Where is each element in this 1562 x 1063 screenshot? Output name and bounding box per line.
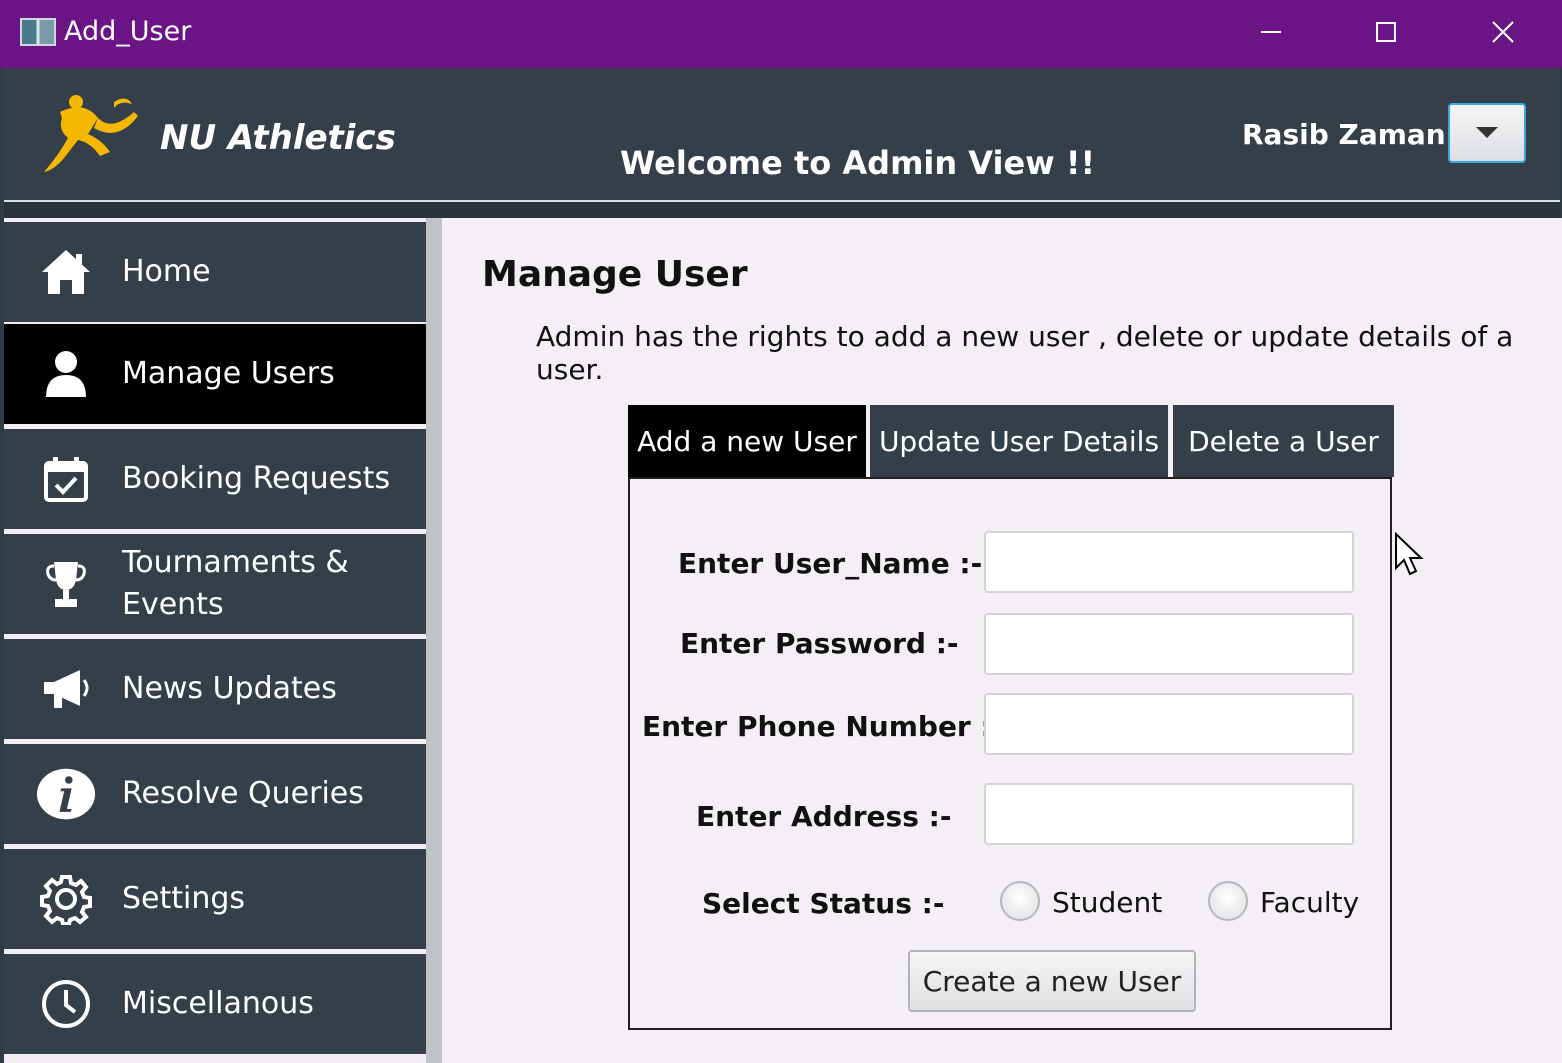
sidebar-item-label: Tournaments & Events <box>122 545 349 622</box>
sidebar-scrollbar[interactable] <box>426 218 442 1063</box>
status-label: Select Status :- <box>702 887 945 920</box>
address-input[interactable] <box>984 783 1354 845</box>
sidebar: Home Manage Users Booking Requests Tourn… <box>4 218 426 1063</box>
create-user-button[interactable]: Create a new User <box>908 950 1196 1012</box>
minimize-icon <box>1261 31 1281 33</box>
trophy-icon <box>36 556 96 612</box>
sidebar-item-label: Booking Requests <box>122 461 391 496</box>
sidebar-item-label: Settings <box>122 881 246 916</box>
user-icon <box>36 346 96 402</box>
page-description: Admin has the rights to add a new user ,… <box>536 320 1514 386</box>
address-label: Enter Address :- <box>696 800 952 833</box>
username-input[interactable] <box>984 531 1354 593</box>
phone-input[interactable] <box>984 693 1354 755</box>
sidebar-item-resolve-queries[interactable]: Resolve Queries <box>4 744 426 844</box>
title-bar: Add_User <box>0 0 1562 68</box>
user-menu-dropdown[interactable] <box>1448 103 1526 163</box>
tab-update-user-details[interactable]: Update User Details <box>870 405 1168 477</box>
password-label: Enter Password :- <box>680 627 959 660</box>
sidebar-item-news-updates[interactable]: News Updates <box>4 639 426 739</box>
sidebar-item-label: Miscellanous <box>122 986 314 1021</box>
info-icon <box>36 766 96 822</box>
mouse-cursor-icon <box>1395 532 1424 576</box>
welcome-text: Welcome to Admin View !! <box>620 144 1096 182</box>
close-button[interactable] <box>1473 10 1533 54</box>
maximize-button[interactable] <box>1356 10 1416 54</box>
main-content: Manage User Admin has the rights to add … <box>442 218 1562 1063</box>
clock-icon <box>36 976 96 1032</box>
password-input[interactable] <box>984 613 1354 675</box>
tab-delete-user[interactable]: Delete a User <box>1173 405 1394 477</box>
page-title: Manage User <box>482 254 748 295</box>
megaphone-icon <box>36 661 96 717</box>
maximize-icon <box>1376 22 1396 42</box>
faculty-radio-label[interactable]: Faculty <box>1260 886 1359 919</box>
sidebar-item-home[interactable]: Home <box>4 222 426 322</box>
close-icon <box>1492 21 1514 43</box>
brand-name: NU Athletics <box>160 118 396 158</box>
sidebar-item-label: Home <box>122 254 211 289</box>
sidebar-item-label: Manage Users <box>122 356 335 391</box>
tab-add-new-user[interactable]: Add a new User <box>628 405 866 477</box>
sidebar-item-label: News Updates <box>122 671 337 706</box>
sidebar-item-miscellaneous[interactable]: Miscellanous <box>4 954 426 1054</box>
window-title: Add_User <box>64 16 192 47</box>
chevron-down-icon <box>1476 127 1498 138</box>
sidebar-item-tournaments-events[interactable]: Tournaments & Events <box>4 534 426 634</box>
app-header: NU Athletics Welcome to Admin View !! Ra… <box>4 68 1560 202</box>
username-label: Enter User_Name :- <box>678 547 983 580</box>
add-user-form: Enter User_Name :- Enter Password :- Ent… <box>628 477 1392 1030</box>
sidebar-item-booking-requests[interactable]: Booking Requests <box>4 429 426 529</box>
sidebar-item-manage-users[interactable]: Manage Users <box>4 324 426 424</box>
student-radio-label[interactable]: Student <box>1052 886 1162 919</box>
phone-label: Enter Phone Number :- <box>642 710 1004 743</box>
faculty-radio[interactable] <box>1208 881 1248 921</box>
student-radio[interactable] <box>1000 881 1040 921</box>
gear-icon <box>36 871 96 927</box>
home-icon <box>36 244 96 300</box>
minimize-button[interactable] <box>1241 10 1301 54</box>
user-name: Rasib Zaman <box>1242 118 1446 151</box>
app-icon <box>20 18 56 46</box>
calendar-check-icon <box>36 451 96 507</box>
sidebar-item-settings[interactable]: Settings <box>4 849 426 949</box>
runner-logo-icon <box>44 95 138 172</box>
sidebar-item-label: Resolve Queries <box>122 776 364 811</box>
header-divider <box>4 202 1560 218</box>
